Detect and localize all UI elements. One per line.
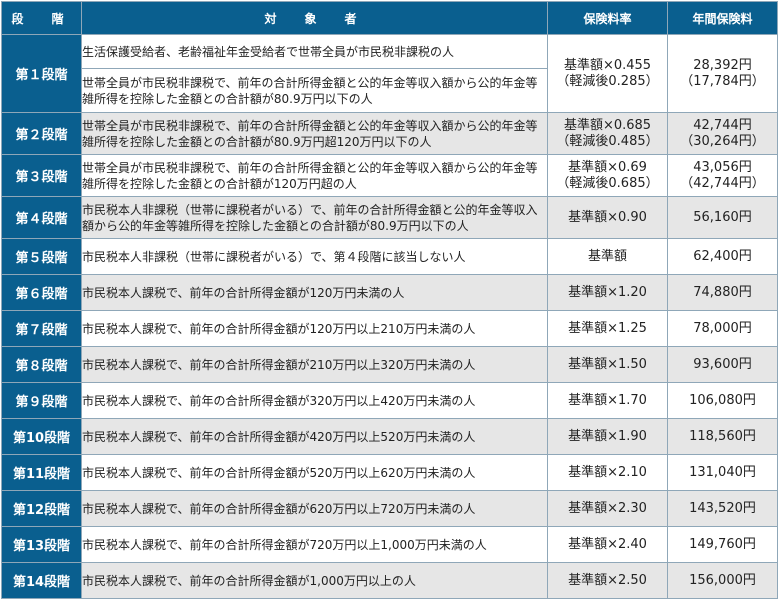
stage-cell: 第５段階 [1, 238, 82, 275]
table-row: 第13段階 市民税本人課税で、前年の合計所得金額が720万円以上1,000万円未… [1, 526, 778, 563]
annual-cell: 106,080円 [667, 382, 778, 419]
table-row: 第７段階 市民税本人課税で、前年の合計所得金額が120万円以上210万円未満の人… [1, 310, 778, 347]
stage-cell: 第１段階 [1, 34, 82, 113]
rate-cell: 基準額×1.90 [547, 418, 668, 455]
target-cell: 市民税本人課税で、前年の合計所得金額が120万円未満の人 [81, 274, 548, 311]
stage-cell: 第７段階 [1, 310, 82, 347]
table-row: 第９段階 市民税本人課税で、前年の合計所得金額が320万円以上420万円未満の人… [1, 382, 778, 419]
annual-cell: 93,600円 [667, 346, 778, 383]
target-cell: 世帯全員が市民税非課税で、前年の合計所得金額と公的年金等収入額から公的年金等雑所… [81, 154, 548, 197]
annual-cell: 56,160円 [667, 196, 778, 239]
table-row: 第11段階 市民税本人課税で、前年の合計所得金額が520万円以上620万円未満の… [1, 454, 778, 491]
table-row: 第４段階 市民税本人非課税（世帯に課税者がいる）で、前年の合計所得金額と公的年金… [1, 196, 778, 239]
rate-cell: 基準額×0.69 （軽減後0.685） [547, 154, 668, 197]
stage-cell: 第２段階 [1, 112, 82, 155]
target-cell: 市民税本人課税で、前年の合計所得金額が420万円以上520万円未満の人 [81, 418, 548, 455]
rate-cell: 基準額×0.685 （軽減後0.485） [547, 112, 668, 155]
target-cell: 市民税本人非課税（世帯に課税者がいる）で、第４段階に該当しない人 [81, 238, 548, 275]
table-header-row: 段 階 対 象 者 保険料率 年間保険料 [1, 1, 778, 35]
target-cell: 市民税本人課税で、前年の合計所得金額が320万円以上420万円未満の人 [81, 382, 548, 419]
annual-reduced: （42,744円） [680, 175, 765, 191]
annual-cell: 42,744円 （30,264円） [667, 112, 778, 155]
annual-cell: 143,520円 [667, 490, 778, 527]
stage-cell: 第10段階 [1, 418, 82, 455]
annual-cell: 62,400円 [667, 238, 778, 275]
header-annual: 年間保険料 [667, 1, 778, 35]
stage-cell: 第11段階 [1, 454, 82, 491]
rate-value: 基準額×0.685 [563, 117, 652, 133]
annual-reduced: （17,784円） [680, 73, 765, 89]
rate-cell: 基準額×0.455 （軽減後0.285） [547, 34, 668, 113]
header-target: 対 象 者 [81, 1, 548, 35]
rate-cell: 基準額×1.70 [547, 382, 668, 419]
target-cell: 市民税本人課税で、前年の合計所得金額が520万円以上620万円未満の人 [81, 454, 548, 491]
stage-cell: 第８段階 [1, 346, 82, 383]
annual-cell: 74,880円 [667, 274, 778, 311]
stage-cell: 第13段階 [1, 526, 82, 563]
annual-cell: 78,000円 [667, 310, 778, 347]
stage-cell: 第12段階 [1, 490, 82, 527]
rate-cell: 基準額×1.20 [547, 274, 668, 311]
rate-reduced: （軽減後0.485） [556, 133, 659, 149]
target-cell: 市民税本人課税で、前年の合計所得金額が620万円以上720万円未満の人 [81, 490, 548, 527]
target-cell: 市民税本人課税で、前年の合計所得金額が1,000万円以上の人 [81, 562, 548, 599]
annual-cell: 156,000円 [667, 562, 778, 599]
stage-cell: 第９段階 [1, 382, 82, 419]
annual-value: 43,056円 [693, 159, 752, 175]
table-row: 第６段階 市民税本人課税で、前年の合計所得金額が120万円未満の人 基準額×1.… [1, 274, 778, 311]
target-cell: 市民税本人課税で、前年の合計所得金額が720万円以上1,000万円未満の人 [81, 526, 548, 563]
rate-cell: 基準額 [547, 238, 668, 275]
annual-cell: 43,056円 （42,744円） [667, 154, 778, 197]
rate-cell: 基準額×2.30 [547, 490, 668, 527]
target-cell: 市民税本人非課税（世帯に課税者がいる）で、前年の合計所得金額と公的年金等収入額か… [81, 196, 548, 239]
stage-cell: 第14段階 [1, 562, 82, 599]
rate-value: 基準額×0.69 [568, 159, 647, 175]
table-row: 第５段階 市民税本人非課税（世帯に課税者がいる）で、第４段階に該当しない人 基準… [1, 238, 778, 275]
target-cell: 世帯全員が市民税非課税で、前年の合計所得金額と公的年金等収入額から公的年金等雑所… [81, 68, 548, 113]
stage-cell: 第６段階 [1, 274, 82, 311]
header-rate: 保険料率 [547, 1, 668, 35]
annual-cell: 118,560円 [667, 418, 778, 455]
annual-cell: 28,392円 （17,784円） [667, 34, 778, 113]
table-row: 第10段階 市民税本人課税で、前年の合計所得金額が420万円以上520万円未満の… [1, 418, 778, 455]
rate-cell: 基準額×1.50 [547, 346, 668, 383]
premium-table: 段 階 対 象 者 保険料率 年間保険料 第１段階 生活保護受給者、老齢福祉年金… [1, 1, 778, 599]
rate-value: 基準額×0.455 [563, 57, 652, 73]
target-cell: 世帯全員が市民税非課税で、前年の合計所得金額と公的年金等収入額から公的年金等雑所… [81, 112, 548, 155]
rate-cell: 基準額×1.25 [547, 310, 668, 347]
rate-cell: 基準額×0.90 [547, 196, 668, 239]
target-cell: 市民税本人課税で、前年の合計所得金額が120万円以上210万円未満の人 [81, 310, 548, 347]
annual-value: 42,744円 [693, 117, 752, 133]
rate-reduced: （軽減後0.685） [556, 175, 659, 191]
annual-cell: 131,040円 [667, 454, 778, 491]
header-stage: 段 階 [1, 1, 82, 35]
table-row: 第14段階 市民税本人課税で、前年の合計所得金額が1,000万円以上の人 基準額… [1, 562, 778, 599]
annual-value: 28,392円 [693, 57, 752, 73]
table-row: 第１段階 生活保護受給者、老齢福祉年金受給者で世帯全員が市民税非課税の人 基準額… [1, 34, 778, 113]
annual-cell: 149,760円 [667, 526, 778, 563]
target-cell: 生活保護受給者、老齢福祉年金受給者で世帯全員が市民税非課税の人 [81, 34, 548, 69]
stage-cell: 第４段階 [1, 196, 82, 239]
rate-cell: 基準額×2.40 [547, 526, 668, 563]
table-row: 第12段階 市民税本人課税で、前年の合計所得金額が620万円以上720万円未満の… [1, 490, 778, 527]
annual-reduced: （30,264円） [680, 133, 765, 149]
table-row: 第８段階 市民税本人課税で、前年の合計所得金額が210万円以上320万円未満の人… [1, 346, 778, 383]
rate-reduced: （軽減後0.285） [556, 73, 659, 89]
table-row: 第３段階 世帯全員が市民税非課税で、前年の合計所得金額と公的年金等収入額から公的… [1, 154, 778, 197]
target-cell: 市民税本人課税で、前年の合計所得金額が210万円以上320万円未満の人 [81, 346, 548, 383]
table-row: 第２段階 世帯全員が市民税非課税で、前年の合計所得金額と公的年金等収入額から公的… [1, 112, 778, 155]
rate-cell: 基準額×2.50 [547, 562, 668, 599]
stage-cell: 第３段階 [1, 154, 82, 197]
rate-cell: 基準額×2.10 [547, 454, 668, 491]
